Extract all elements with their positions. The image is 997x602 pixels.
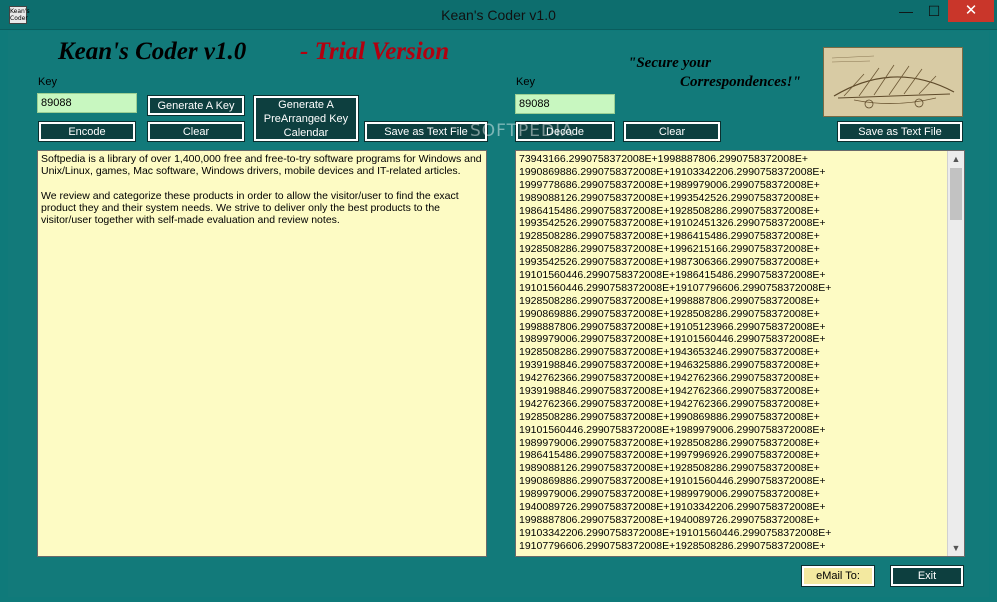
- scroll-thumb[interactable]: [950, 168, 962, 220]
- generate-calendar-button[interactable]: Generate A PreArranged Key Calendar: [253, 95, 359, 142]
- maximize-button[interactable]: ☐: [920, 0, 948, 22]
- ciphertext-line: 73943166.2990758372008E+1998887806.29907…: [519, 153, 809, 165]
- generate-key-button[interactable]: Generate A Key: [147, 95, 245, 116]
- left-key-input[interactable]: 89088: [37, 93, 137, 113]
- ciphertext-line: 1998887806.2990758372008E+1940089726.299…: [519, 513, 820, 526]
- ciphertext-line: 19103342206.2990758372008E+19101560446.2…: [519, 526, 832, 539]
- scroll-down-arrow-icon[interactable]: ▼: [948, 540, 964, 556]
- vertical-scrollbar[interactable]: ▲ ▼: [947, 151, 964, 556]
- left-key-label: Key: [38, 76, 57, 88]
- ciphertext-line: 1940089726.2990758372008E+19103342206.29…: [519, 501, 826, 514]
- right-save-button[interactable]: Save as Text File: [837, 121, 963, 142]
- ciphertext-line: 19101560446.2990758372008E+1986415486.29…: [519, 269, 826, 282]
- plaintext-paragraph-1: Softpedia is a library of over 1,400,000…: [41, 153, 482, 178]
- ciphertext-line: 19101560446.2990758372008E+19107796606.2…: [519, 281, 832, 294]
- plaintext-area[interactable]: Softpedia is a library of over 1,400,000…: [37, 150, 487, 557]
- window-title: Kean's Coder v1.0: [441, 7, 556, 23]
- ciphertext-line: 1986415486.2990758372008E+1928508286.299…: [519, 204, 820, 217]
- ciphertext-line: 1999778686.2990758372008E+1989979006.299…: [519, 178, 820, 191]
- ciphertext-area[interactable]: 73943166.2990758372008E+1998887806.29907…: [515, 150, 965, 557]
- softpedia-watermark: SOFTPEDIA: [470, 121, 574, 141]
- ciphertext-line: 1942762366.2990758372008E+1942762366.299…: [519, 397, 820, 410]
- left-save-button[interactable]: Save as Text File: [364, 121, 488, 142]
- ciphertext-line: 1993542526.2990758372008E+19102451326.29…: [519, 217, 826, 230]
- left-clear-button[interactable]: Clear: [147, 121, 245, 142]
- right-clear-button[interactable]: Clear: [623, 121, 721, 142]
- ciphertext-line: 1990869886.2990758372008E+19103342206.29…: [519, 165, 826, 178]
- ciphertext-line: 1939198846.2990758372008E+1946325886.299…: [519, 359, 820, 372]
- ciphertext-line: 1928508286.2990758372008E+1986415486.299…: [519, 230, 820, 243]
- ciphertext-line: 1928508286.2990758372008E+1943653246.299…: [519, 346, 820, 359]
- ciphertext-line: 1928508286.2990758372008E+1990869886.299…: [519, 410, 820, 423]
- ciphertext-line: 1989979006.2990758372008E+1928508286.299…: [519, 436, 820, 449]
- minimize-button[interactable]: —: [892, 0, 920, 22]
- ciphertext-line: 1990869886.2990758372008E+1928508286.299…: [519, 307, 820, 320]
- slogan-line-2: Correspondences!": [680, 74, 801, 90]
- exit-button[interactable]: Exit: [890, 565, 964, 587]
- scroll-up-arrow-icon[interactable]: ▲: [948, 151, 964, 167]
- ciphertext-line: 19107796606.2990758372008E+1928508286.29…: [519, 539, 826, 552]
- plaintext-paragraph-2: We review and categorize these products …: [41, 189, 459, 227]
- window-titlebar: Kean's Coder Kean's Coder v1.0 — ☐ ✕: [0, 0, 997, 30]
- right-key-input[interactable]: 89088: [515, 94, 615, 114]
- ciphertext-line: 1928508286.2990758372008E+1996215166.299…: [519, 243, 820, 256]
- sketch-image: [823, 47, 963, 117]
- ciphertext-line: 1989088126.2990758372008E+1993542526.299…: [519, 191, 820, 204]
- ciphertext-line: 1986415486.2990758372008E+1997996926.299…: [519, 449, 820, 462]
- email-button[interactable]: eMail To:: [801, 565, 875, 587]
- ciphertext-line: 1928508286.2990758372008E+1998887806.299…: [519, 294, 820, 307]
- ciphertext-line: 19101560446.2990758372008E+1989979006.29…: [519, 423, 826, 436]
- ciphertext-line: 1989088126.2990758372008E+1928508286.299…: [519, 462, 820, 475]
- encode-button[interactable]: Encode: [38, 121, 136, 142]
- ciphertext-line: 1989979006.2990758372008E+19101560446.29…: [519, 333, 826, 346]
- slogan-line-1: "Secure your: [628, 55, 711, 71]
- ciphertext-line: 1942762366.2990758372008E+1942762366.299…: [519, 372, 820, 385]
- close-button[interactable]: ✕: [948, 0, 994, 22]
- app-title: Kean's Coder v1.0: [58, 38, 247, 65]
- ciphertext-line: 1939198846.2990758372008E+1942762366.299…: [519, 385, 820, 398]
- right-key-label: Key: [516, 76, 535, 88]
- ciphertext-line: 1993542526.2990758372008E+1987306366.299…: [519, 256, 820, 269]
- ciphertext-line: 1990869886.2990758372008E+19101560446.29…: [519, 475, 826, 488]
- ciphertext-line: 1989979006.2990758372008E+1989979006.299…: [519, 488, 820, 501]
- trial-version-label: - Trial Version: [300, 38, 450, 65]
- ciphertext-line: 1998887806.2990758372008E+19105123966.29…: [519, 320, 826, 333]
- ciphertext-lines: 73943166.2990758372008E+1998887806.29907…: [519, 153, 944, 553]
